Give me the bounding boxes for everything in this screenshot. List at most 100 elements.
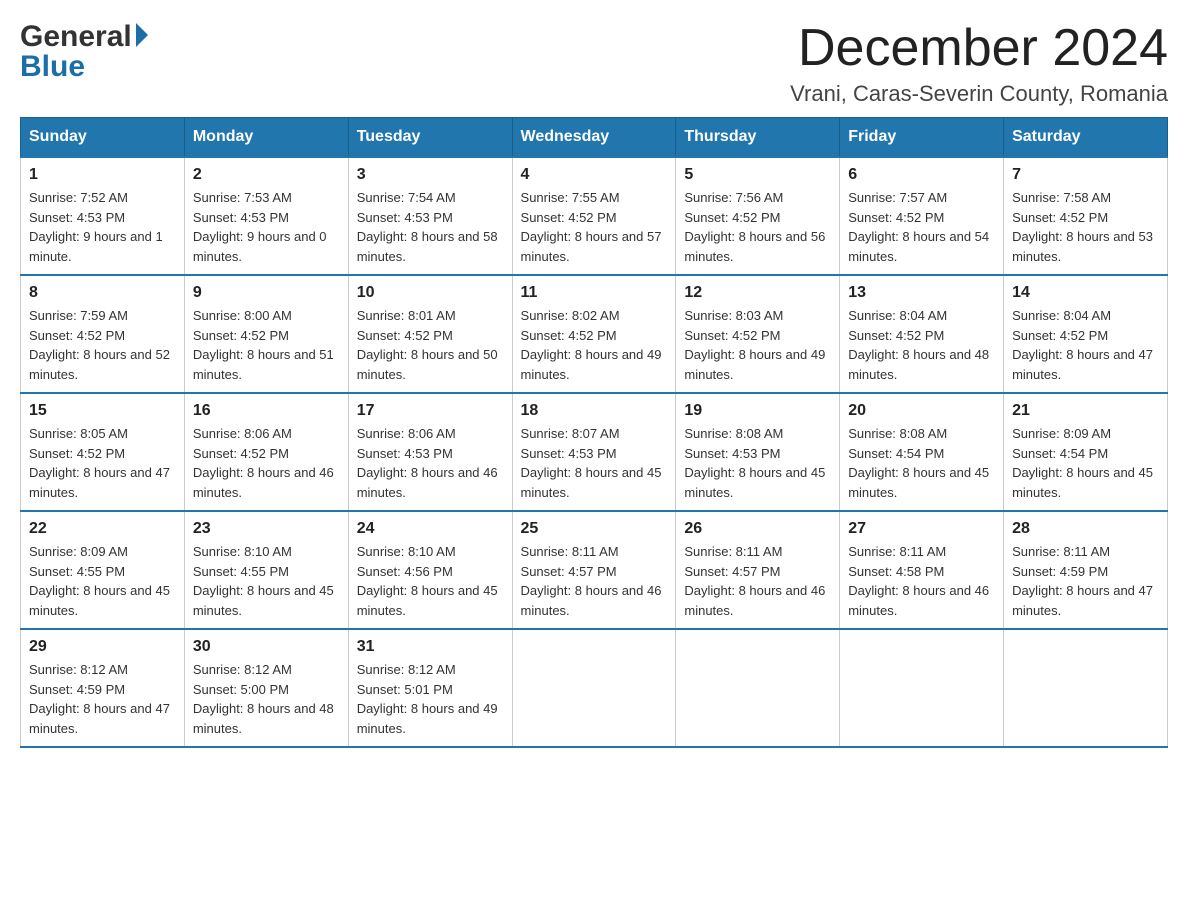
day-number: 23 bbox=[193, 520, 340, 538]
day-info: Sunrise: 7:54 AMSunset: 4:53 PMDaylight:… bbox=[357, 188, 504, 266]
calendar-cell bbox=[1004, 629, 1168, 747]
day-number: 1 bbox=[29, 166, 176, 184]
day-info: Sunrise: 8:10 AMSunset: 4:56 PMDaylight:… bbox=[357, 542, 504, 620]
day-info: Sunrise: 8:05 AMSunset: 4:52 PMDaylight:… bbox=[29, 424, 176, 502]
header-friday: Friday bbox=[840, 118, 1004, 158]
calendar-header: SundayMondayTuesdayWednesdayThursdayFrid… bbox=[21, 118, 1168, 158]
calendar-cell: 2 Sunrise: 7:53 AMSunset: 4:53 PMDaylight… bbox=[184, 157, 348, 275]
day-number: 24 bbox=[357, 520, 504, 538]
calendar-table: SundayMondayTuesdayWednesdayThursdayFrid… bbox=[20, 117, 1168, 748]
page-header: General Blue December 2024 Vrani, Caras-… bbox=[20, 20, 1168, 107]
calendar-cell: 27 Sunrise: 8:11 AMSunset: 4:58 PMDayligh… bbox=[840, 511, 1004, 629]
day-info: Sunrise: 8:00 AMSunset: 4:52 PMDaylight:… bbox=[193, 306, 340, 384]
day-number: 25 bbox=[521, 520, 668, 538]
calendar-week-2: 8 Sunrise: 7:59 AMSunset: 4:52 PMDaylight… bbox=[21, 275, 1168, 393]
calendar-cell: 22 Sunrise: 8:09 AMSunset: 4:55 PMDayligh… bbox=[21, 511, 185, 629]
day-info: Sunrise: 8:09 AMSunset: 4:55 PMDaylight:… bbox=[29, 542, 176, 620]
title-block: December 2024 Vrani, Caras-Severin Count… bbox=[790, 20, 1168, 107]
day-info: Sunrise: 8:12 AMSunset: 5:01 PMDaylight:… bbox=[357, 660, 504, 738]
day-info: Sunrise: 7:53 AMSunset: 4:53 PMDaylight:… bbox=[193, 188, 340, 266]
day-number: 17 bbox=[357, 402, 504, 420]
day-number: 3 bbox=[357, 166, 504, 184]
calendar-cell: 8 Sunrise: 7:59 AMSunset: 4:52 PMDaylight… bbox=[21, 275, 185, 393]
calendar-cell: 10 Sunrise: 8:01 AMSunset: 4:52 PMDayligh… bbox=[348, 275, 512, 393]
header-sunday: Sunday bbox=[21, 118, 185, 158]
logo-general: General bbox=[20, 20, 132, 54]
logo-blue: Blue bbox=[20, 50, 85, 84]
day-info: Sunrise: 8:12 AMSunset: 5:00 PMDaylight:… bbox=[193, 660, 340, 738]
calendar-cell: 4Sunrise: 7:55 AMSunset: 4:52 PMDaylight… bbox=[512, 157, 676, 275]
day-number: 14 bbox=[1012, 284, 1159, 302]
day-number: 4 bbox=[521, 166, 668, 184]
day-number: 18 bbox=[521, 402, 668, 420]
day-info: Sunrise: 8:12 AMSunset: 4:59 PMDaylight:… bbox=[29, 660, 176, 738]
day-info: Sunrise: 8:09 AMSunset: 4:54 PMDaylight:… bbox=[1012, 424, 1159, 502]
day-info: Sunrise: 7:57 AMSunset: 4:52 PMDaylight:… bbox=[848, 188, 995, 266]
calendar-cell: 15 Sunrise: 8:05 AMSunset: 4:52 PMDayligh… bbox=[21, 393, 185, 511]
day-number: 19 bbox=[684, 402, 831, 420]
calendar-cell: 17 Sunrise: 8:06 AMSunset: 4:53 PMDayligh… bbox=[348, 393, 512, 511]
calendar-cell: 19 Sunrise: 8:08 AMSunset: 4:53 PMDayligh… bbox=[676, 393, 840, 511]
day-info: Sunrise: 8:06 AMSunset: 4:53 PMDaylight:… bbox=[357, 424, 504, 502]
day-info: Sunrise: 8:03 AMSunset: 4:52 PMDaylight:… bbox=[684, 306, 831, 384]
calendar-cell: 3 Sunrise: 7:54 AMSunset: 4:53 PMDaylight… bbox=[348, 157, 512, 275]
day-info: Sunrise: 7:59 AMSunset: 4:52 PMDaylight:… bbox=[29, 306, 176, 384]
day-number: 29 bbox=[29, 638, 176, 656]
day-info: Sunrise: 8:11 AMSunset: 4:57 PMDaylight:… bbox=[521, 542, 668, 620]
calendar-body: 1 Sunrise: 7:52 AMSunset: 4:53 PMDaylight… bbox=[21, 157, 1168, 747]
header-tuesday: Tuesday bbox=[348, 118, 512, 158]
day-info: Sunrise: 8:08 AMSunset: 4:54 PMDaylight:… bbox=[848, 424, 995, 502]
day-info: Sunrise: 7:56 AMSunset: 4:52 PMDaylight:… bbox=[684, 188, 831, 266]
month-title: December 2024 bbox=[790, 20, 1168, 77]
header-saturday: Saturday bbox=[1004, 118, 1168, 158]
day-info: Sunrise: 8:06 AMSunset: 4:52 PMDaylight:… bbox=[193, 424, 340, 502]
calendar-cell: 20 Sunrise: 8:08 AMSunset: 4:54 PMDayligh… bbox=[840, 393, 1004, 511]
day-number: 15 bbox=[29, 402, 176, 420]
day-number: 13 bbox=[848, 284, 995, 302]
day-number: 8 bbox=[29, 284, 176, 302]
day-number: 2 bbox=[193, 166, 340, 184]
day-number: 9 bbox=[193, 284, 340, 302]
calendar-cell: 6 Sunrise: 7:57 AMSunset: 4:52 PMDaylight… bbox=[840, 157, 1004, 275]
day-number: 12 bbox=[684, 284, 831, 302]
calendar-cell bbox=[840, 629, 1004, 747]
calendar-cell: 23 Sunrise: 8:10 AMSunset: 4:55 PMDayligh… bbox=[184, 511, 348, 629]
day-number: 21 bbox=[1012, 402, 1159, 420]
day-number: 10 bbox=[357, 284, 504, 302]
calendar-cell bbox=[676, 629, 840, 747]
calendar-cell: 18Sunrise: 8:07 AMSunset: 4:53 PMDayligh… bbox=[512, 393, 676, 511]
header-row: SundayMondayTuesdayWednesdayThursdayFrid… bbox=[21, 118, 1168, 158]
logo-triangle-icon bbox=[136, 23, 148, 47]
day-number: 26 bbox=[684, 520, 831, 538]
calendar-cell: 13 Sunrise: 8:04 AMSunset: 4:52 PMDayligh… bbox=[840, 275, 1004, 393]
calendar-week-5: 29 Sunrise: 8:12 AMSunset: 4:59 PMDayligh… bbox=[21, 629, 1168, 747]
day-number: 22 bbox=[29, 520, 176, 538]
day-number: 20 bbox=[848, 402, 995, 420]
day-info: Sunrise: 8:01 AMSunset: 4:52 PMDaylight:… bbox=[357, 306, 504, 384]
logo: General Blue bbox=[20, 20, 148, 84]
day-info: Sunrise: 8:04 AMSunset: 4:52 PMDaylight:… bbox=[848, 306, 995, 384]
day-info: Sunrise: 7:58 AMSunset: 4:52 PMDaylight:… bbox=[1012, 188, 1159, 266]
day-info: Sunrise: 8:02 AMSunset: 4:52 PMDaylight:… bbox=[521, 306, 668, 384]
day-number: 27 bbox=[848, 520, 995, 538]
calendar-cell bbox=[512, 629, 676, 747]
calendar-cell: 5 Sunrise: 7:56 AMSunset: 4:52 PMDaylight… bbox=[676, 157, 840, 275]
day-info: Sunrise: 8:04 AMSunset: 4:52 PMDaylight:… bbox=[1012, 306, 1159, 384]
calendar-cell: 14 Sunrise: 8:04 AMSunset: 4:52 PMDayligh… bbox=[1004, 275, 1168, 393]
day-number: 6 bbox=[848, 166, 995, 184]
day-info: Sunrise: 8:11 AMSunset: 4:58 PMDaylight:… bbox=[848, 542, 995, 620]
day-number: 28 bbox=[1012, 520, 1159, 538]
calendar-cell: 7 Sunrise: 7:58 AMSunset: 4:52 PMDaylight… bbox=[1004, 157, 1168, 275]
day-info: Sunrise: 8:08 AMSunset: 4:53 PMDaylight:… bbox=[684, 424, 831, 502]
header-thursday: Thursday bbox=[676, 118, 840, 158]
day-number: 30 bbox=[193, 638, 340, 656]
calendar-cell: 30 Sunrise: 8:12 AMSunset: 5:00 PMDayligh… bbox=[184, 629, 348, 747]
day-info: Sunrise: 7:52 AMSunset: 4:53 PMDaylight:… bbox=[29, 188, 176, 266]
calendar-week-3: 15 Sunrise: 8:05 AMSunset: 4:52 PMDayligh… bbox=[21, 393, 1168, 511]
calendar-cell: 29 Sunrise: 8:12 AMSunset: 4:59 PMDayligh… bbox=[21, 629, 185, 747]
day-info: Sunrise: 8:11 AMSunset: 4:57 PMDaylight:… bbox=[684, 542, 831, 620]
calendar-cell: 31Sunrise: 8:12 AMSunset: 5:01 PMDayligh… bbox=[348, 629, 512, 747]
day-info: Sunrise: 8:10 AMSunset: 4:55 PMDaylight:… bbox=[193, 542, 340, 620]
day-number: 5 bbox=[684, 166, 831, 184]
day-number: 7 bbox=[1012, 166, 1159, 184]
